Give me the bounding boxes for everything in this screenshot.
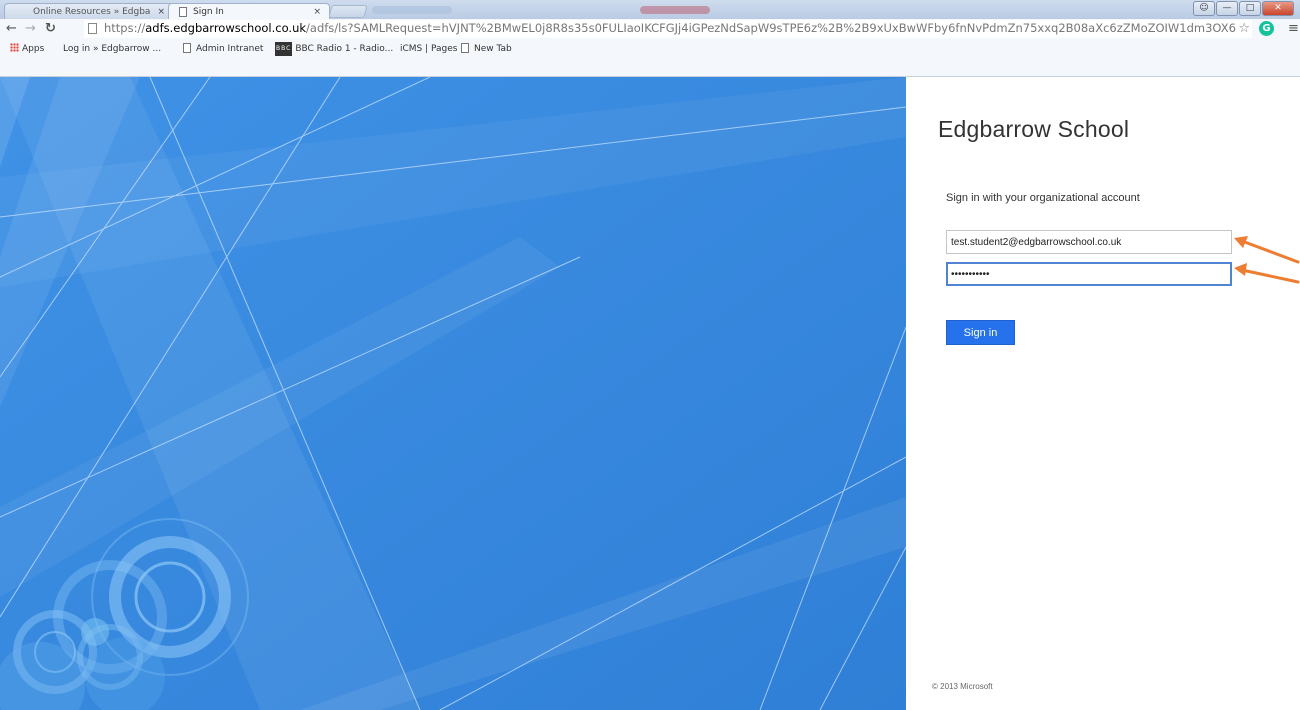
signin-prompt: Sign in with your organizational account [946,192,1140,204]
bookmark-admin-intranet[interactable]: Admin Intranet [183,42,263,56]
blurred-title-text [372,6,452,14]
grammarly-extension-icon[interactable]: G [1259,21,1274,36]
bookmark-new-tab[interactable]: New Tab [461,42,512,56]
address-bar[interactable]: https://adfs.edgbarrowschool.co.uk/adfs/… [84,20,1252,38]
bookmark-label: Admin Intranet [196,44,264,54]
background-illustration [0,77,906,710]
bookmark-edgbarrow-login[interactable]: Log in » Edgbarrow ... [63,42,161,56]
signin-panel: Edgbarrow School Sign in with your organ… [906,77,1300,710]
window-controls: ☺ — □ ✕ [1193,1,1294,16]
bookmark-label: New Tab [474,44,512,54]
url-host: adfs.edgbarrowschool.co.uk [145,21,307,35]
decorative-lines-graphic [0,77,906,710]
annotation-arrow-username [1240,239,1300,264]
new-tab-button[interactable] [328,5,368,18]
annotation-arrows-graphic [1234,236,1300,284]
menu-icon[interactable]: ≡ [1288,19,1299,38]
close-icon[interactable]: × [313,4,321,20]
user-icon[interactable]: ☺ [1193,1,1215,16]
bookmark-icms-pages[interactable]: iCMS | Pages [400,42,458,56]
page-icon [179,7,187,17]
browser-tab-sign-in[interactable]: Sign In × [168,3,330,19]
close-icon[interactable]: × [157,4,165,20]
sign-in-button[interactable]: Sign in [946,320,1015,345]
bookmark-label: BBC Radio 1 - Radio... [295,44,394,54]
bookmark-bbc-radio[interactable]: BBC BBC Radio 1 - Radio... [275,42,393,56]
minimize-icon[interactable]: — [1216,1,1238,16]
organization-title: Edgbarrow School [938,116,1130,142]
copyright-footer: © 2013 Microsoft [932,682,993,691]
url-scheme: https:// [104,21,146,35]
bookmark-label: Log in » Edgbarrow ... [63,44,162,54]
page-icon [183,43,191,53]
close-window-icon[interactable]: ✕ [1262,1,1294,16]
bookmarks-bar: Apps Log in » Edgbarrow ... Admin Intran… [0,39,1300,77]
annotation-arrow-password [1240,268,1300,284]
reload-icon[interactable]: ↻ [45,20,56,38]
bookmark-label: Apps [22,44,45,54]
browser-toolbar: ← → ↻ https://adfs.edgbarrowschool.co.uk… [0,19,1300,39]
tab-label: Online Resources » Edgba [33,7,151,17]
browser-titlebar: Online Resources » Edgba × Sign In × ☺ —… [0,0,1300,19]
forward-arrow-icon[interactable]: → [25,20,36,38]
blurred-title-text [640,6,710,14]
tab-label: Sign In [193,7,224,17]
browser-tab-online-resources[interactable]: Online Resources » Edgba × [4,3,174,19]
url-path: /adfs/ls?SAMLRequest=hVJNT%2BMwEL0j8R8s3… [306,21,1236,35]
username-input[interactable] [946,230,1232,254]
bookmark-label: iCMS | Pages [400,44,458,54]
back-arrow-icon[interactable]: ← [6,20,17,38]
maximize-icon[interactable]: □ [1239,1,1261,16]
bookmark-apps[interactable]: Apps [10,42,44,56]
password-input[interactable] [946,262,1232,286]
page-icon [461,43,469,53]
arrow-head-icon [1234,263,1247,276]
apps-icon [10,43,19,52]
bookmark-star-icon[interactable]: ☆ [1238,20,1250,37]
page-icon [88,23,97,34]
bbc-icon: BBC [275,42,293,56]
